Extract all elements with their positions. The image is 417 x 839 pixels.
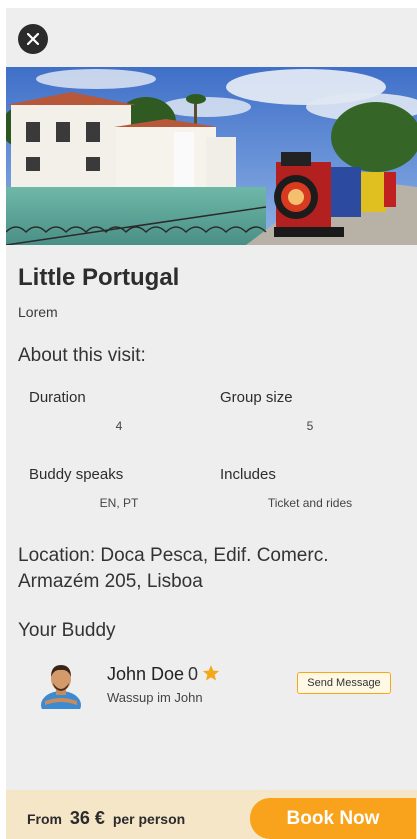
price-from-label: From — [27, 811, 62, 827]
buddy-tagline: Wassup im John — [107, 690, 203, 705]
hero-photo — [6, 67, 417, 245]
about-heading: About this visit: — [18, 345, 146, 366]
buddy-heading: Your Buddy — [18, 620, 116, 641]
price-amount: 36 € — [69, 808, 105, 828]
close-button[interactable] — [18, 24, 48, 54]
duration-value: 4 — [115, 419, 123, 433]
group-size-value: 5 — [306, 419, 314, 433]
location-text: Location: Doca Pesca, Edif. Comerc. Arma… — [18, 545, 329, 592]
buddy-speaks-label: Buddy speaks — [29, 466, 124, 483]
includes-label: Includes — [220, 466, 276, 483]
page-title: Little Portugal — [18, 264, 180, 291]
price-per-label: per person — [112, 811, 186, 827]
duration-label: Duration — [29, 389, 86, 406]
close-icon — [27, 33, 39, 45]
buddy-name: John Doe — [107, 664, 185, 684]
includes-value: Ticket and rides — [267, 496, 353, 510]
avatar — [40, 657, 82, 709]
group-size-label: Group size — [220, 389, 293, 406]
price-line: From 36 € per person — [27, 808, 185, 829]
buddy-speaks-value: EN, PT — [99, 496, 139, 510]
page-subtitle: Lorem — [18, 304, 58, 320]
book-now-button[interactable]: Book Now — [250, 798, 416, 839]
star-icon — [202, 665, 220, 681]
send-message-button[interactable]: Send Message — [297, 672, 391, 694]
buddy-rating: 0 — [188, 664, 199, 684]
